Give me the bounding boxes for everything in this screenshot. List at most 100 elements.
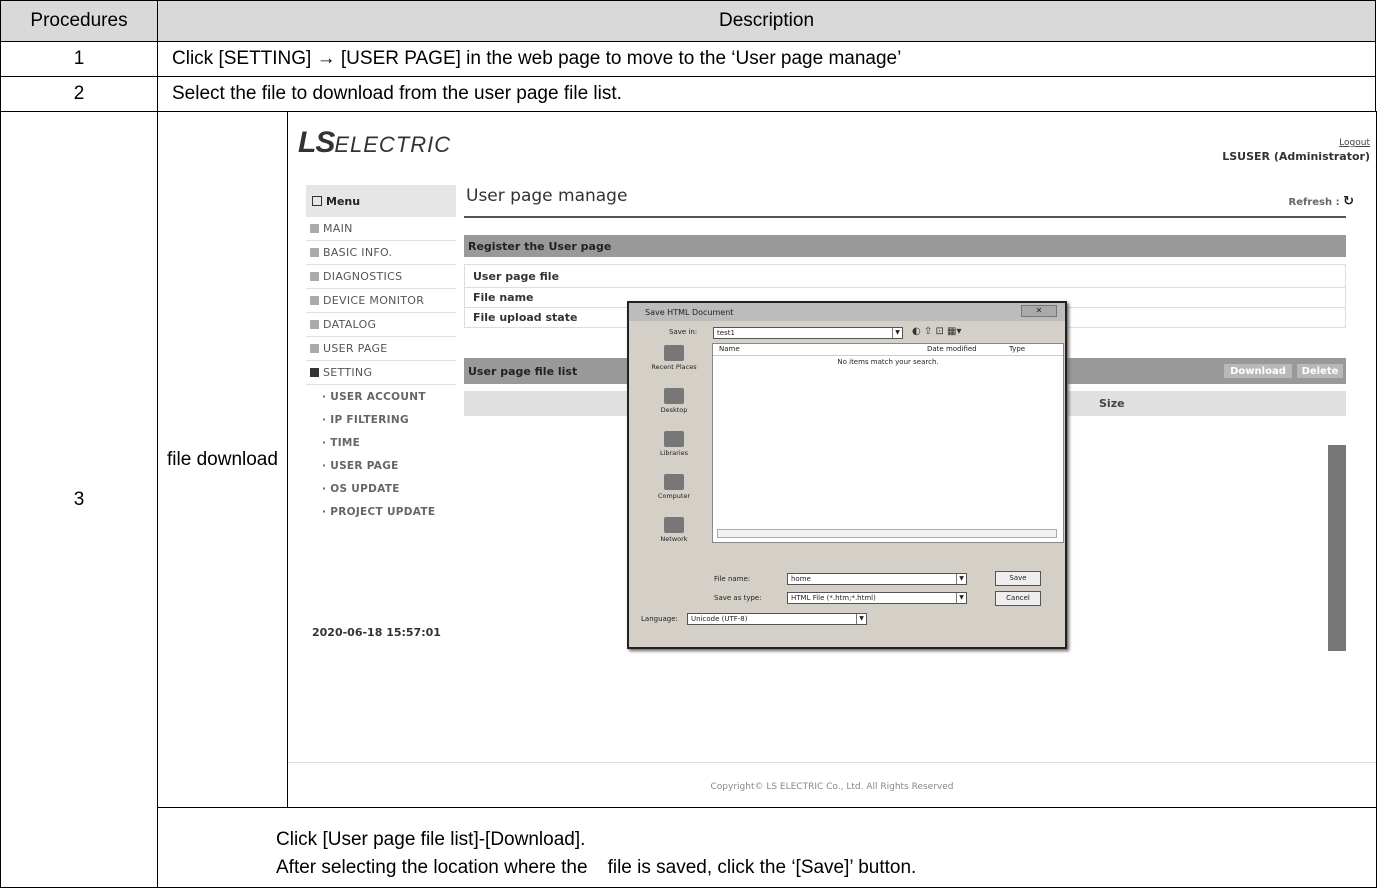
file-list-scrollbar[interactable] [1328,445,1346,651]
file-list-columns: Name Date modified Type [713,344,1063,356]
dialog-hscroll[interactable] [717,529,1057,538]
chevron-down-icon: ▼ [892,328,902,338]
menu-label: BASIC INFO. [323,246,393,259]
close-icon[interactable]: ✕ [1021,305,1057,317]
place-computer[interactable]: Computer [637,474,711,515]
save-type-label: Save as type: [714,594,762,602]
menu-icon [312,196,322,206]
menu-label: DEVICE MONITOR [323,294,425,307]
menu-label: USER PAGE [323,342,388,355]
logout-link[interactable]: Logout [1339,138,1370,148]
place-label: Desktop [660,406,688,414]
submenu-time[interactable]: · TIME [306,431,456,454]
menu-bullet-icon [310,368,319,377]
col-date[interactable]: Date modified [927,345,977,353]
place-libraries[interactable]: Libraries [637,431,711,472]
submenu-project-update[interactable]: · PROJECT UPDATE [306,500,456,523]
timestamp: 2020-06-18 15:57:01 [312,626,441,639]
menu-item-setting[interactable]: SETTING [306,361,456,385]
menu-item-diagnostics[interactable]: DIAGNOSTICS [306,265,456,289]
empty-message: No items match your search. [837,358,939,366]
file-name-input[interactable]: home ▼ [787,573,967,585]
save-in-select[interactable]: test1 ▼ [713,327,903,339]
menu-bullet-icon [310,296,319,305]
note-line-2: After selecting the location where the fi… [276,850,1376,886]
cancel-button[interactable]: Cancel [995,591,1041,606]
row-1-text: Click [SETTING] → [USER PAGE] in the web… [157,41,1376,77]
toolbar-icons[interactable]: ◐ ⇧ ⊡ ▦▾ [912,326,962,337]
menu-bullet-icon [310,248,319,257]
menu-label: SETTING [323,366,373,379]
place-desktop[interactable]: Desktop [637,388,711,429]
place-label: Network [660,535,688,543]
file-list-pane[interactable]: Name Date modified Type No items match y… [712,343,1064,543]
submenu-ip-filtering[interactable]: · IP FILTERING [306,408,456,431]
save-button[interactable]: Save [995,571,1041,586]
row-1-number: 1 [0,41,158,77]
libraries-icon [664,431,684,447]
brand-logo: LSELECTRIC [298,126,452,159]
copyright: Copyright© LS ELECTRIC Co., Ltd. All Rig… [710,782,954,792]
chevron-down-icon: ▼ [956,593,966,603]
refresh-icon: ↻ [1343,194,1354,209]
dialog-title: Save HTML Document [645,307,734,317]
submenu-user-page[interactable]: · USER PAGE [306,454,456,477]
field-user-page-file: User page file [464,264,1346,288]
menu-bullet-icon [310,344,319,353]
menu-header: Menu [306,185,456,217]
menu-item-user-page[interactable]: USER PAGE [306,337,456,361]
place-recent[interactable]: Recent Places [637,345,711,386]
menu-item-basic-info[interactable]: BASIC INFO. [306,241,456,265]
submenu-os-update[interactable]: · OS UPDATE [306,477,456,500]
menu-label: MAIN [323,222,353,235]
row-3-number: 3 [0,111,158,888]
save-in-label: Save in: [669,328,698,336]
file-name-value: home [791,575,811,583]
menu-item-datalog[interactable]: DATALOG [306,313,456,337]
place-network[interactable]: Network [637,517,711,558]
page-title: User page manage [466,186,628,206]
chevron-down-icon: ▼ [856,614,866,624]
file-list-title: User page file list [468,364,578,378]
note-line-2b: file is saved, click the ‘[Save]’ button… [607,857,917,878]
language-label: Language: [641,615,678,623]
menu-title: Menu [326,194,361,208]
menu-item-device-monitor[interactable]: DEVICE MONITOR [306,289,456,313]
place-label: Computer [657,492,691,500]
user-label: LSUSER (Administrator) [1222,150,1370,163]
title-divider [464,216,1346,218]
menu-bullet-icon [310,272,319,281]
col-size: Size [1099,397,1125,410]
embedded-screenshot: LSELECTRIC Logout LSUSER (Administrator)… [288,112,1376,807]
menu-label: DATALOG [323,318,377,331]
refresh-label: Refresh : [1288,197,1340,208]
footer-divider [288,762,1376,763]
save-in-value: test1 [717,329,735,337]
language-value: Unicode (UTF-8) [691,615,748,623]
menu-bullet-icon [310,224,319,233]
col-name[interactable]: Name [719,345,740,353]
row-2-text: Select the file to download from the use… [157,76,1376,112]
menu-item-main[interactable]: MAIN [306,217,456,241]
header-procedures: Procedures [0,0,158,42]
download-button[interactable]: Download [1223,363,1293,379]
places-bar: Recent Places Desktop Libraries Computer… [637,343,711,567]
language-select[interactable]: Unicode (UTF-8) ▼ [687,613,867,625]
recent-places-icon [664,345,684,361]
file-name-label: File name: [714,575,751,583]
menu-bullet-icon [310,320,319,329]
save-dialog: Save HTML Document ✕ Save in: test1 ▼ ◐ ⇧ … [627,301,1067,649]
refresh-button[interactable]: Refresh : ↻ [1289,194,1355,209]
col-type[interactable]: Type [1009,345,1025,353]
desktop-icon [664,388,684,404]
header-description: Description [157,0,1376,42]
row-3-label: file download [157,111,288,808]
save-type-value: HTML File (*.htm;*.html) [791,594,876,602]
note-line-2a: After selecting the location where the [276,857,588,878]
row-2-number: 2 [0,76,158,112]
place-label: Recent Places [651,363,697,371]
submenu-user-account[interactable]: · USER ACCOUNT [306,385,456,408]
delete-button[interactable]: Delete [1296,363,1344,379]
side-menu: Menu MAIN BASIC INFO. DIAGNOSTICS DEVICE… [306,185,456,523]
save-type-select[interactable]: HTML File (*.htm;*.html) ▼ [787,592,967,604]
